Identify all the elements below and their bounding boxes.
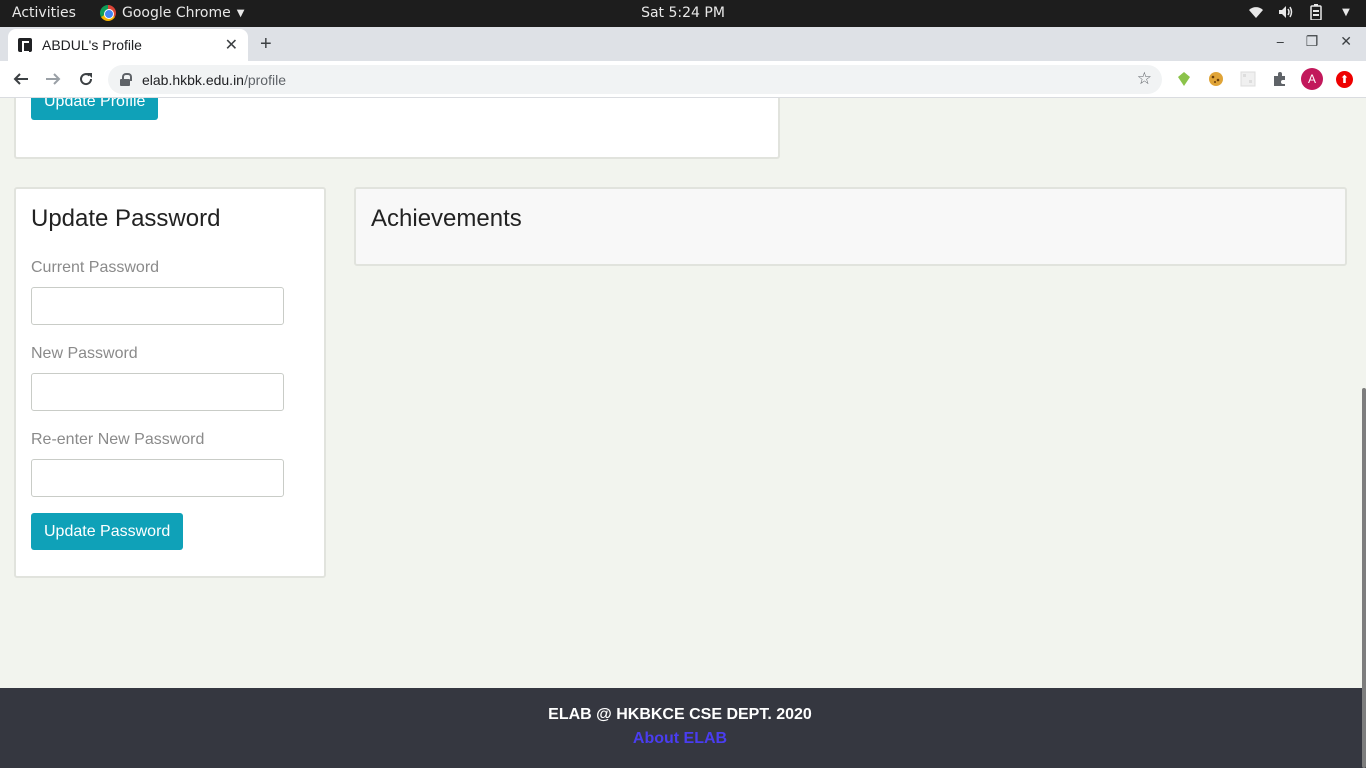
reenter-password-label: Re-enter New Password	[31, 431, 205, 448]
update-password-button[interactable]: Update Password	[31, 513, 184, 550]
page-scrollbar[interactable]	[1361, 98, 1366, 768]
footer-copyright: ELAB @ HKBKCE CSE DEPT. 2020	[548, 706, 812, 723]
activities-button[interactable]: Activities	[12, 5, 76, 21]
page-content: Update Profile Update Password Current P…	[0, 98, 1366, 768]
lock-icon[interactable]	[120, 72, 132, 87]
system-menu-chevron-icon[interactable]: ▼	[1338, 4, 1354, 20]
footer: ELAB @ HKBKCE CSE DEPT. 2020 About ELAB	[0, 688, 1366, 768]
site-favicon-icon	[18, 38, 32, 53]
chevron-down-icon: ▼	[236, 7, 245, 19]
system-tray[interactable]: ▼	[1248, 4, 1354, 20]
window-controls: ⎯ ❐ ✕	[1277, 33, 1352, 50]
tab-title: ABDUL's Profile	[42, 37, 142, 53]
back-arrow-icon[interactable]	[10, 68, 32, 90]
url-path: /profile	[243, 71, 286, 88]
browser-toolbar: elab.hkbk.edu.in/profile ☆ A ⬆	[0, 61, 1366, 98]
forward-arrow-icon[interactable]	[42, 68, 64, 90]
volume-icon[interactable]	[1278, 4, 1294, 20]
extension-upload-icon[interactable]: ⬆	[1336, 71, 1353, 88]
tab-strip: ABDUL's Profile ✕ + ⎯ ❐ ✕	[0, 27, 1366, 61]
reload-icon[interactable]	[75, 68, 97, 90]
bookmark-star-icon[interactable]: ☆	[1137, 69, 1152, 89]
chrome-logo-icon	[100, 5, 116, 21]
reenter-password-input[interactable]	[31, 459, 284, 497]
address-bar[interactable]: elab.hkbk.edu.in/profile ☆	[108, 65, 1162, 94]
new-tab-icon[interactable]: +	[260, 33, 272, 56]
extensions-puzzle-icon[interactable]	[1270, 69, 1290, 89]
url-host: elab.hkbk.edu.in	[142, 71, 244, 88]
app-menu[interactable]: Google Chrome ▼	[100, 5, 244, 21]
new-password-input[interactable]	[31, 373, 284, 411]
profile-card: Update Profile	[14, 98, 780, 159]
minimize-icon[interactable]: ⎯	[1277, 33, 1284, 50]
clock[interactable]: Sat 5:24 PM	[641, 5, 725, 21]
current-password-label: Current Password	[31, 259, 160, 276]
achievements-card: Achievements	[354, 187, 1347, 266]
wifi-icon[interactable]	[1248, 4, 1264, 20]
achievements-heading: Achievements	[371, 205, 522, 232]
app-menu-label: Google Chrome	[122, 5, 231, 21]
extension-grid-icon[interactable]	[1238, 69, 1258, 89]
restore-icon[interactable]: ❐	[1306, 33, 1319, 50]
update-password-card: Update Password Current Password New Pas…	[14, 187, 326, 578]
battery-icon[interactable]	[1308, 4, 1324, 20]
update-profile-button[interactable]: Update Profile	[31, 98, 159, 120]
system-top-bar: Activities Google Chrome ▼ Sat 5:24 PM ▼	[0, 0, 1366, 27]
scrollbar-thumb[interactable]	[1362, 388, 1366, 768]
current-password-input[interactable]	[31, 287, 284, 325]
extension-gem-icon[interactable]	[1174, 69, 1194, 89]
tab-profile[interactable]: ABDUL's Profile ✕	[8, 29, 248, 61]
update-password-heading: Update Password	[31, 205, 221, 232]
new-password-label: New Password	[31, 345, 138, 362]
close-window-icon[interactable]: ✕	[1340, 33, 1352, 50]
about-elab-link[interactable]: About ELAB	[0, 730, 1360, 748]
profile-avatar[interactable]: A	[1301, 68, 1323, 90]
extension-cookie-icon[interactable]	[1206, 69, 1226, 89]
tab-close-icon[interactable]: ✕	[225, 35, 238, 55]
